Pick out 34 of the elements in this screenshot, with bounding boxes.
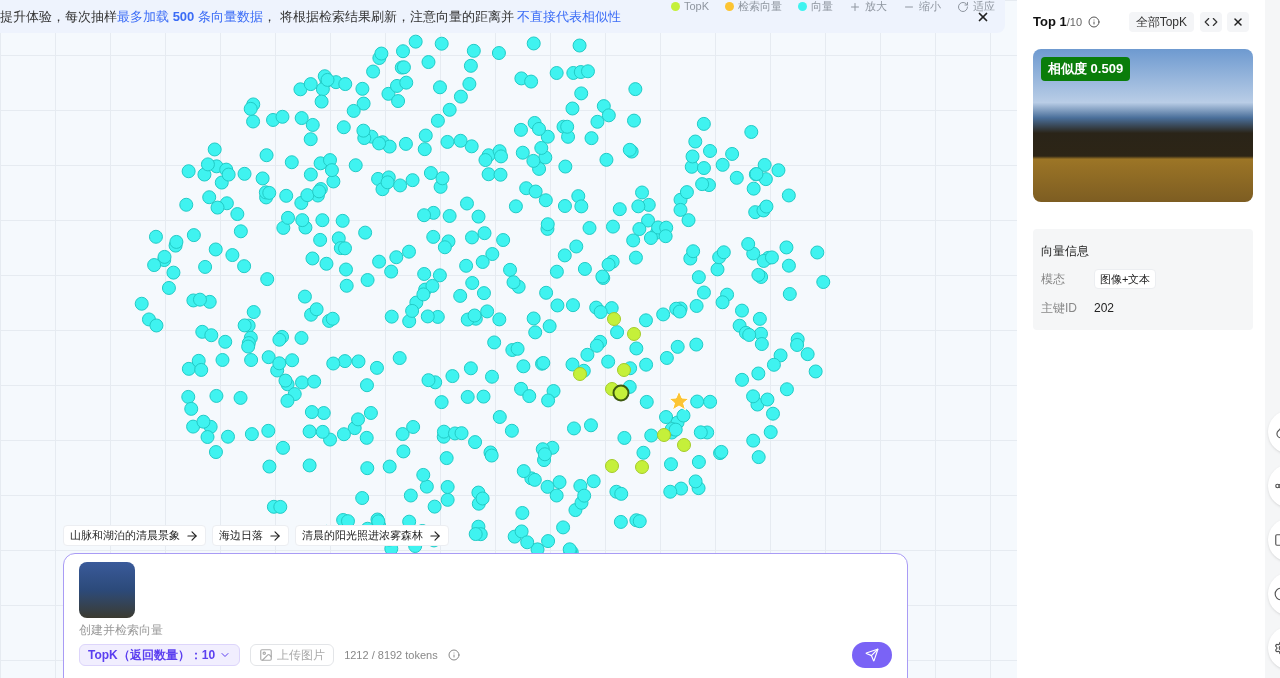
all-topk-button[interactable]: 全部TopK — [1128, 12, 1194, 32]
close-icon — [1232, 16, 1244, 28]
legend-label: 检索向量 — [738, 0, 782, 15]
refresh-icon — [957, 0, 969, 13]
field-label: 主键ID — [1041, 300, 1078, 317]
info-title: 向量信息 — [1041, 243, 1090, 260]
zoom-control-button[interactable]: 缩小 — [903, 0, 941, 15]
plus-icon — [849, 0, 861, 13]
topk-select[interactable]: TopK（返回数量）：10 — [79, 644, 241, 666]
suggestion-chip[interactable]: 山脉和湖泊的清晨景象 — [63, 525, 206, 546]
field-label: 模态 — [1041, 271, 1066, 288]
image-icon — [259, 648, 274, 662]
legend-label: TopK — [683, 0, 709, 15]
suggestion-chip[interactable]: 清晨的阳光照进浓雾森林 — [295, 525, 449, 546]
legend-label: 向量 — [811, 0, 833, 15]
token-count: 1212 / 8192 tokens — [344, 647, 438, 663]
similarity-badge: 相似度 0.509 — [1041, 57, 1131, 81]
modality-tag: 图像+文本 — [1094, 269, 1157, 289]
code-button[interactable] — [1200, 12, 1222, 32]
zoom-control-button[interactable]: 适应 — [957, 0, 995, 15]
send-button[interactable] — [852, 642, 892, 668]
search-input[interactable]: 创建并检索向量 — [79, 622, 892, 638]
rank-title: Top 1 — [1033, 13, 1067, 32]
painting-thumbnail — [79, 562, 135, 618]
zoom-control-button[interactable]: 放大 — [849, 0, 887, 15]
field-value: 202 — [1094, 300, 1115, 317]
suggestion-chip[interactable]: 海边日落 — [212, 525, 289, 546]
rank-total: /10 — [1066, 14, 1082, 30]
send-icon — [865, 648, 879, 662]
code-icon — [1204, 15, 1218, 29]
info-icon — [447, 649, 460, 661]
close-button[interactable] — [1227, 12, 1249, 32]
info-icon — [1088, 16, 1100, 28]
notice-text: 提升体验，每次抽样最多加载 500 条向量数据， 将根据检索结果刷新，注意向量的距离并 不直接代表相似性 — [0, 7, 622, 26]
